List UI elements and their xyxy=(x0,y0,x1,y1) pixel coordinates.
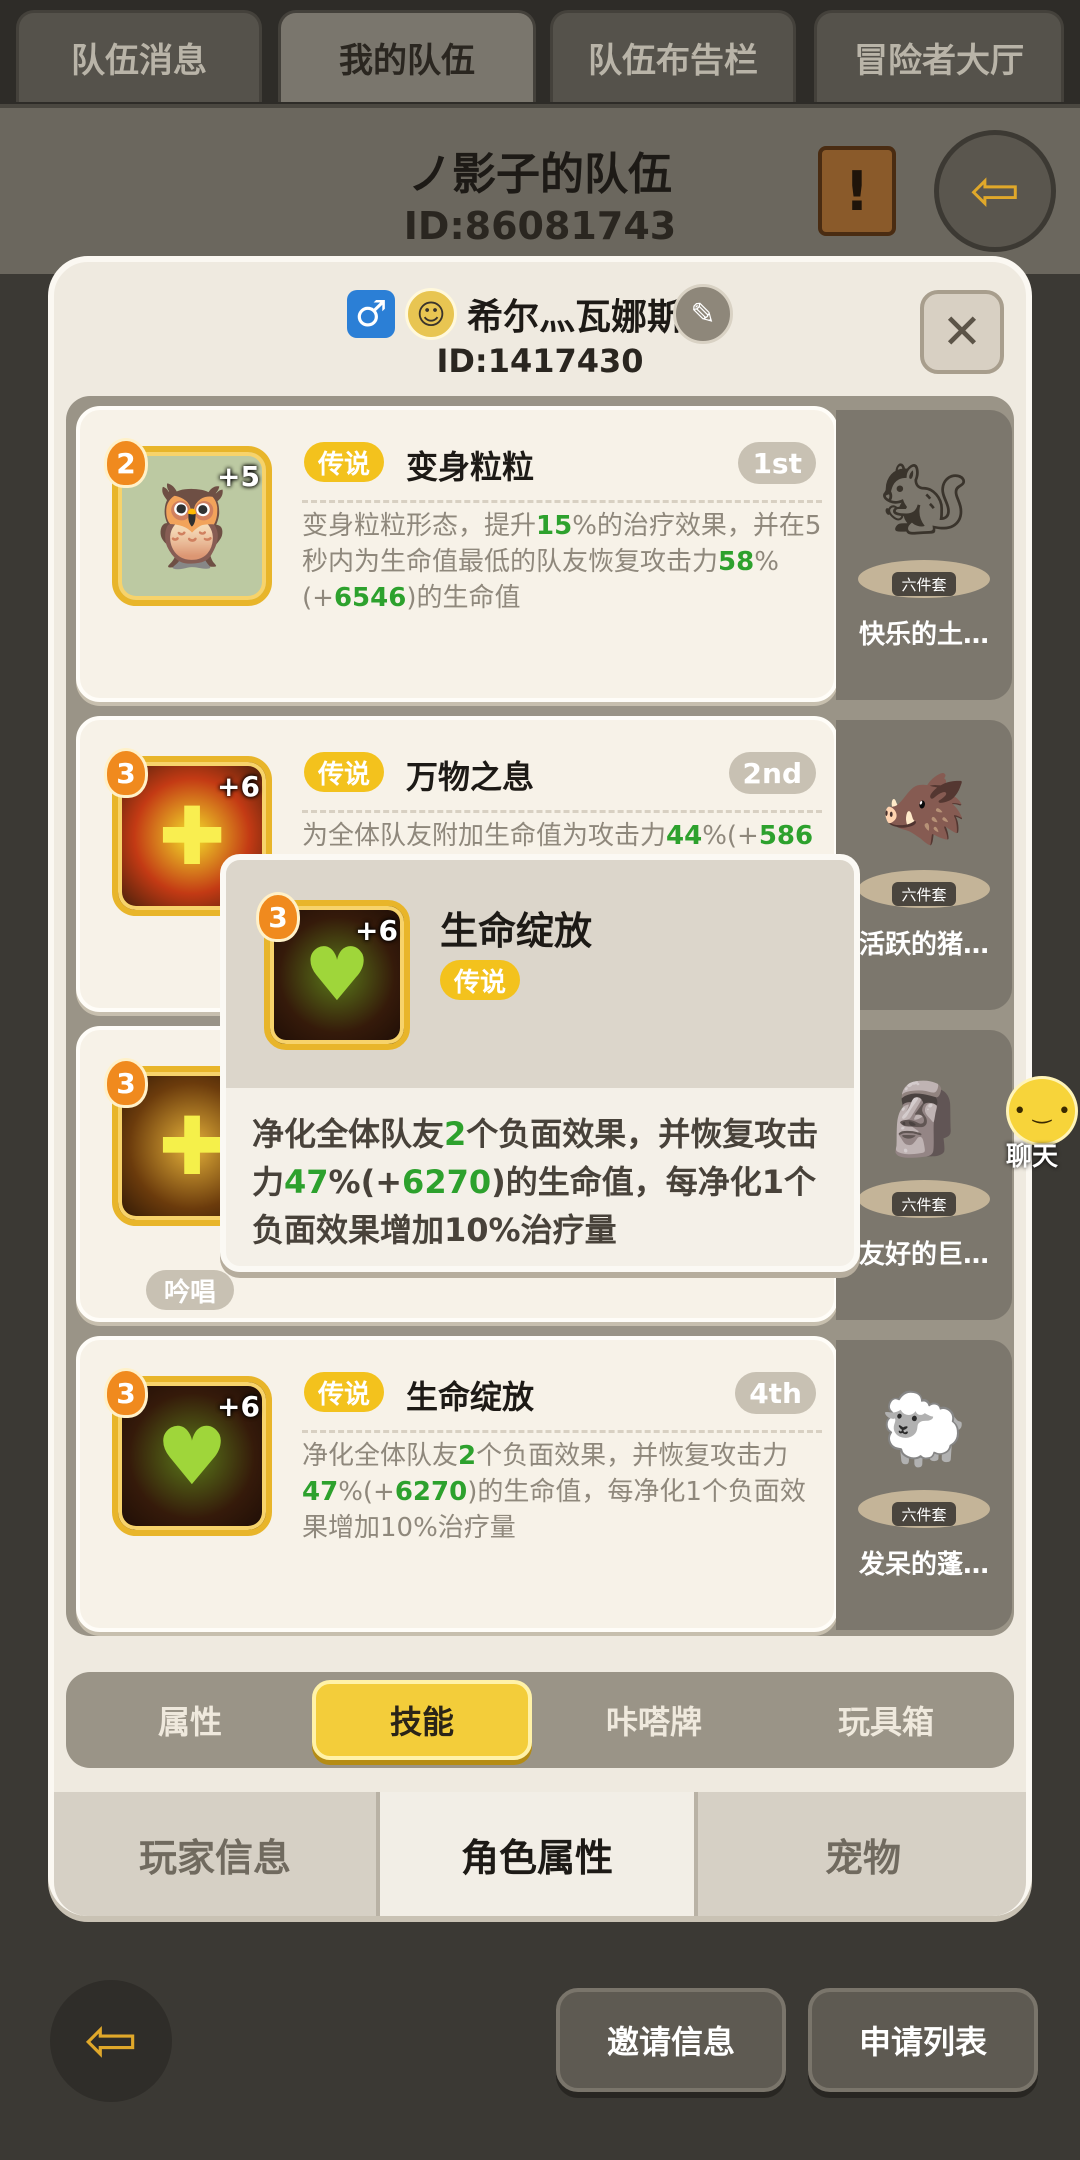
skill-plus-label: +5 xyxy=(217,460,260,493)
skill-order-badge: 2nd xyxy=(728,752,816,794)
set-card-1[interactable]: 🐿 六件套 快乐的土… xyxy=(836,410,1012,700)
tab-player-info[interactable]: 玩家信息 xyxy=(54,1792,376,1916)
top-tab-bar: 队伍消息 我的队伍 队伍布告栏 冒险者大厅 xyxy=(0,0,1080,104)
tab-team-board[interactable]: 队伍布告栏 xyxy=(550,10,796,102)
rarity-badge: 传说 xyxy=(304,752,385,792)
rarity-badge: 传说 xyxy=(304,1372,385,1412)
team-id: ID:86081743 xyxy=(403,204,677,248)
notice-board-icon[interactable]: ! xyxy=(818,146,896,236)
set-card-4[interactable]: 🐑 六件套 发呆的蓬… xyxy=(836,1340,1012,1630)
exit-team-icon[interactable]: ⇦ xyxy=(934,130,1056,252)
set-tag: 六件套 xyxy=(892,572,956,596)
tooltip-description: 净化全体队友2个负面效果，并恢复攻击力47%(+6270)的生命值，每净化1个负… xyxy=(252,1115,819,1249)
set-card-2[interactable]: 🐗 六件套 活跃的猪… xyxy=(836,720,1012,1010)
skill-level-badge: 3 xyxy=(104,1058,148,1108)
tab-attributes[interactable]: 属性 xyxy=(80,1680,300,1760)
chant-tag: 吟唱 xyxy=(146,1270,235,1310)
player-id: ID:1417430 xyxy=(436,342,644,380)
avatar: ☺ xyxy=(404,288,457,340)
team-name: ノ影子的队伍 xyxy=(408,149,672,200)
skill-tooltip: ♥ 3 +6 生命绽放 传说 净化全体队友2个负面效果，并恢复攻击力47%(+6… xyxy=(220,854,860,1272)
rarity-badge: 传说 xyxy=(304,442,385,482)
skill-level-badge: 3 xyxy=(104,1368,148,1418)
player-row: ♂ ☺ 希尔灬瓦娜斯 ✎ xyxy=(54,284,1026,344)
divider xyxy=(302,1430,822,1433)
tab-my-team[interactable]: 我的队伍 xyxy=(278,10,536,102)
owl-skill-icon: 🦉 2 +5 xyxy=(104,438,272,606)
skill-plus-label: +6 xyxy=(355,914,398,947)
set-figure-icon: 🗿 xyxy=(880,1077,968,1160)
skill-level-badge: 2 xyxy=(104,438,148,488)
set-name: 活跃的猪… xyxy=(858,930,989,960)
skill-title: 生命绽放 xyxy=(406,1378,535,1416)
player-name: 希尔灬瓦娜斯 xyxy=(466,297,683,338)
main-tab-bar: 玩家信息 角色属性 宠物 xyxy=(54,1792,1026,1916)
tab-character-attributes[interactable]: 角色属性 xyxy=(376,1792,698,1916)
invite-info-button[interactable]: 邀请信息 xyxy=(556,1988,786,2092)
heart-skill-icon: ♥ 3 +6 xyxy=(104,1368,272,1536)
tab-toybox[interactable]: 玩具箱 xyxy=(776,1680,996,1760)
team-header: ノ影子的队伍 ID:86081743 ! ⇦ xyxy=(0,104,1080,274)
skill-order-badge: 4th xyxy=(735,1372,816,1414)
male-icon: ♂ xyxy=(346,290,395,338)
edit-icon[interactable]: ✎ xyxy=(673,284,733,344)
tab-pets[interactable]: 宠物 xyxy=(702,1792,1024,1916)
set-figure-icon: 🐗 xyxy=(880,767,968,850)
set-figure-icon: 🐿 xyxy=(879,457,969,540)
heart-skill-icon: ♥ 3 +6 xyxy=(256,892,410,1050)
skill-card-1[interactable]: 🦉 2 +5 传说 变身粒粒 1st 变身粒粒形态，提升15%的治疗效果，并在5… xyxy=(76,406,838,702)
set-tag: 六件套 xyxy=(892,1502,956,1526)
skill-description: 变身粒粒形态，提升15%的治疗效果，并在5秒内为生命值最低的队友恢复攻击力58%… xyxy=(302,511,822,613)
skill-plus-label: +6 xyxy=(217,770,260,803)
back-arrow-icon[interactable]: ⇦ xyxy=(50,1980,172,2102)
skill-order-badge: 1st xyxy=(738,442,816,484)
skill-card-4[interactable]: ♥ 3 +6 传说 生命绽放 4th 净化全体队友2个负面效果，并恢复攻击力47… xyxy=(76,1336,838,1632)
skill-description: 为全体队友附加生命值为攻击力44%(+586 xyxy=(302,821,814,851)
skill-level-badge: 3 xyxy=(256,892,300,942)
divider xyxy=(302,810,822,813)
set-figure-icon: 🐑 xyxy=(880,1387,968,1470)
skill-title: 变身粒粒 xyxy=(406,448,535,486)
set-name: 发呆的蓬… xyxy=(858,1550,989,1580)
skill-plus-label: +6 xyxy=(217,1390,260,1423)
chat-label: 聊天 xyxy=(1005,1142,1058,1172)
tab-cards[interactable]: 咔嗒牌 xyxy=(544,1680,764,1760)
apply-list-button[interactable]: 申请列表 xyxy=(808,1988,1038,2092)
set-tag: 六件套 xyxy=(892,882,956,906)
skill-title: 万物之息 xyxy=(406,758,535,796)
tab-skills[interactable]: 技能 xyxy=(312,1680,532,1760)
category-tab-bar: 属性 技能 咔嗒牌 玩具箱 xyxy=(66,1672,1014,1768)
skill-description: 净化全体队友2个负面效果，并恢复攻击力47%(+6270)的生命值，每净化1个负… xyxy=(302,1441,806,1543)
tab-team-messages[interactable]: 队伍消息 xyxy=(16,10,262,102)
tab-adventurer-hall[interactable]: 冒险者大厅 xyxy=(814,10,1064,102)
tooltip-header: ♥ 3 +6 生命绽放 传说 xyxy=(226,860,854,1088)
skill-level-badge: 3 xyxy=(104,748,148,798)
rarity-badge: 传说 xyxy=(440,960,521,1000)
set-name: 快乐的土… xyxy=(858,620,989,650)
tooltip-title: 生命绽放 xyxy=(440,909,593,953)
chat-button[interactable]: • ‿ • 聊天 xyxy=(984,1076,1080,1186)
set-name: 友好的巨… xyxy=(858,1240,989,1270)
set-tag: 六件套 xyxy=(892,1192,956,1216)
divider xyxy=(302,500,822,503)
close-button[interactable]: ✕ xyxy=(920,290,1004,374)
